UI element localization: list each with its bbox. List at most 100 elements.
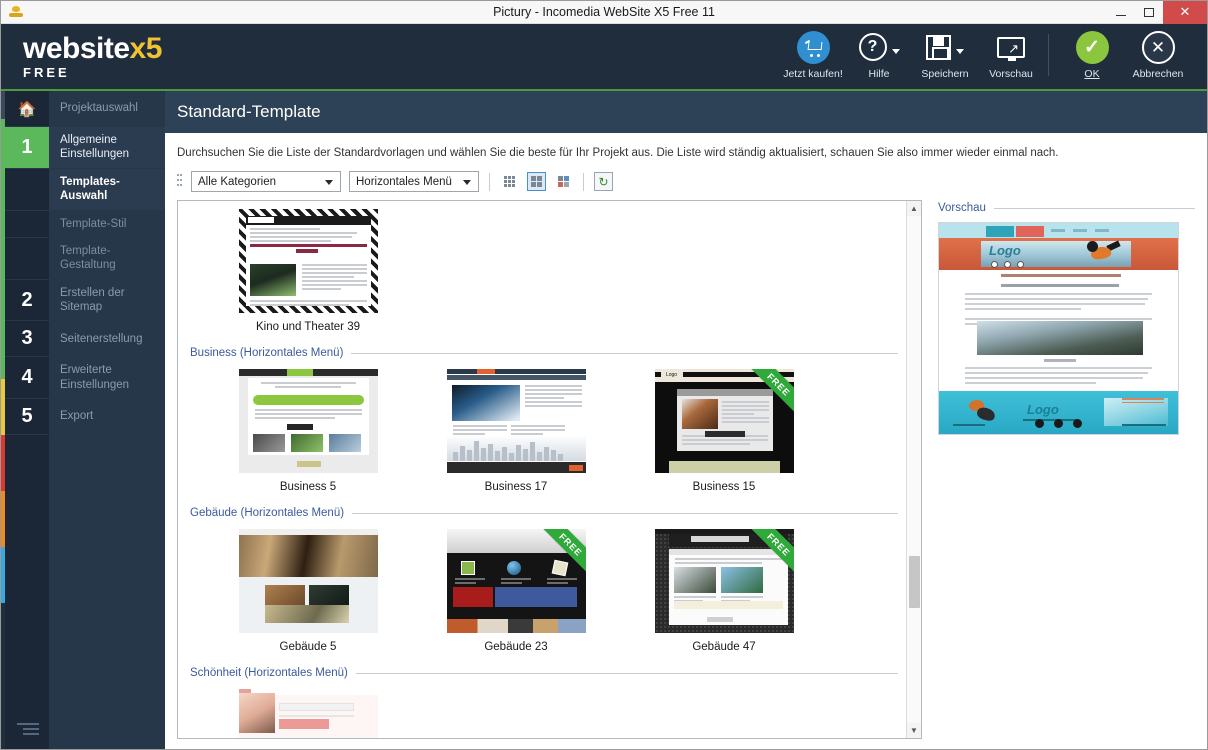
sidebar-item-erstellen-der-sitemap[interactable]: 2 Erstellen der Sitemap (5, 279, 165, 322)
sidebar-label-seitenerstellung: Seitenerstellung (49, 321, 165, 357)
scrollbar-thumb[interactable] (909, 555, 920, 608)
preview-nav-links (1051, 229, 1111, 232)
preview-panel: Vorschau Logo Logo (938, 200, 1195, 739)
template-thumbnail (238, 209, 378, 313)
medium-grid-view-button[interactable] (527, 172, 546, 191)
page-header: Standard-Template (165, 91, 1207, 133)
app-icon (8, 4, 24, 20)
preview-footer-right-text (1122, 424, 1166, 426)
help-chevron-down-icon[interactable] (891, 48, 900, 54)
preview-label: Vorschau (989, 68, 1033, 80)
chevron-down-icon (463, 180, 471, 185)
save-chevron-down-icon[interactable] (956, 48, 964, 54)
page-description: Durchsuchen Sie die Liste der Standardvo… (177, 147, 1059, 159)
category-dropdown[interactable]: Alle Kategorien (191, 171, 341, 192)
template-name: Gebäude 5 (279, 641, 337, 653)
menu-type-dropdown[interactable]: Horizontales Menü (349, 171, 479, 192)
preview-button[interactable]: ↗ Vorschau (978, 30, 1044, 80)
template-name: Gebäude 47 (692, 641, 756, 653)
buy-now-label: Jetzt kaufen! (783, 68, 843, 80)
home-icon: 🏠 (5, 91, 49, 126)
sidebar-item-template-gestaltung[interactable]: Template-Gestaltung (5, 237, 165, 280)
step-badge-2: 2 (5, 279, 49, 321)
section-title: Gebäude (Horizontales Menü) (190, 507, 345, 519)
monitor-preview-icon: ↗ (997, 36, 1025, 61)
toolbar-separator (489, 172, 490, 191)
template-item-business-15[interactable]: Logo FREE Business 15 (620, 369, 828, 493)
help-label: Hilfe (868, 68, 890, 80)
template-item-kino-und-theater-39[interactable]: Kino und Theater 39 (204, 209, 412, 333)
template-name: Business 5 (279, 481, 337, 493)
template-item-business-5[interactable]: Business 5 (204, 369, 412, 493)
sidebar-label-projektauswahl: Projektauswahl (49, 91, 165, 126)
preview-rule (993, 207, 1195, 209)
sub-indent (5, 168, 49, 210)
template-item-gebaeude-5[interactable]: Gebäude 5 (204, 529, 412, 653)
scrollbar-track[interactable] (907, 216, 921, 723)
template-item-schoenheit[interactable] (204, 689, 412, 738)
question-mark-icon: ? (858, 33, 887, 61)
sub-indent (5, 237, 49, 279)
buy-now-button[interactable]: Jetzt kaufen! (780, 30, 846, 80)
save-button[interactable]: Speichern (912, 30, 978, 80)
step-badge-1: 1 (5, 127, 49, 168)
template-grid-scrollbar[interactable]: ▲ ▼ (906, 201, 921, 738)
ok-label: OK (1084, 68, 1100, 80)
refresh-templates-icon[interactable]: ↻ (594, 172, 613, 191)
template-item-gebaeude-23[interactable]: FREE Gebäude 23 (412, 529, 620, 653)
window-body: 🏠 Projektauswahl 1 Allgemeine Einstellun… (1, 91, 1207, 749)
save-label: Speichern (921, 68, 969, 80)
section-rule (352, 512, 898, 514)
sidebar-item-projektauswahl[interactable]: 🏠 Projektauswahl (5, 91, 165, 127)
preview-footer-heading (1122, 398, 1164, 403)
scroll-down-icon[interactable]: ▼ (907, 723, 921, 738)
sidebar-item-templates-auswahl[interactable]: Templates-Auswahl (5, 168, 165, 211)
template-thumbnail: FREE (654, 529, 794, 633)
sidebar-label-export: Export (49, 399, 165, 435)
shopping-cart-icon (796, 30, 830, 64)
preview-subheading (1001, 284, 1119, 287)
close-button[interactable]: ✕ (1163, 0, 1207, 24)
preview-nav-tab-secondary (1016, 226, 1044, 237)
application-window: Pictury - Incomedia WebSite X5 Free 11 ✕… (0, 0, 1208, 750)
title-bar: Pictury - Incomedia WebSite X5 Free 11 ✕ (1, 0, 1207, 24)
filter-toolbar: Alle Kategorien Horizontales Menü ↻ (165, 159, 1207, 200)
template-item-business-17[interactable]: Business 17 (412, 369, 620, 493)
sidebar-item-erweiterte-einstellungen[interactable]: 4 Erweiterte Einstellungen (5, 357, 165, 400)
section-header-gebaeude: Gebäude (Horizontales Menü) (190, 507, 898, 519)
chevron-down-icon (325, 180, 333, 185)
preview-thumbnail: Logo Logo (938, 222, 1179, 435)
top-actions: Jetzt kaufen! ? Hilfe Speichern ↗ Vorsch… (780, 23, 1191, 90)
app-logo: websitex5 FREE (23, 32, 162, 80)
ok-button[interactable]: ✓ OK (1059, 30, 1125, 80)
category-value: Alle Kategorien (198, 175, 276, 188)
brand-toolbar: websitex5 FREE Jetzt kaufen! ? Hilfe Spe… (1, 24, 1207, 91)
sidebar-item-seitenerstellung[interactable]: 3 Seitenerstellung (5, 321, 165, 358)
preview-nav-tab-active (986, 226, 1014, 237)
sidebar-item-export[interactable]: 5 Export (5, 399, 165, 436)
preview-footer-logo: Logo (1027, 402, 1059, 417)
help-button[interactable]: ? Hilfe (846, 30, 912, 80)
collapse-sidebar-icon[interactable] (17, 723, 39, 737)
template-row: Kino und Theater 39 (186, 209, 898, 333)
preview-body-text-bottom (965, 367, 1152, 387)
minimize-button[interactable] (1107, 1, 1135, 24)
large-grid-view-button[interactable] (554, 172, 573, 191)
logo-name: website (23, 32, 130, 65)
template-item-gebaeude-47[interactable]: FREE Gebäude 47 (620, 529, 828, 653)
template-grid-scroll-area[interactable]: Kino und Theater 39 Business (Horizontal… (178, 201, 906, 738)
template-row (186, 689, 898, 738)
scroll-up-icon[interactable]: ▲ (907, 201, 921, 216)
small-grid-view-button[interactable] (500, 172, 519, 191)
template-row: Gebäude 5 FREE Gebäude 23 FREE Gebäude 4… (186, 529, 898, 653)
preview-social-icons (1035, 419, 1082, 428)
sidebar-label-template-gestaltung: Template-Gestaltung (49, 237, 165, 279)
maximize-button[interactable] (1135, 1, 1163, 24)
template-name: Kino und Theater 39 (255, 321, 360, 333)
floppy-disk-icon (926, 34, 951, 60)
sidebar-label-allgemeine-einstellungen: Allgemeine Einstellungen (49, 127, 165, 168)
sidebar-item-template-stil[interactable]: Template-Stil (5, 210, 165, 238)
sidebar-item-allgemeine-einstellungen[interactable]: 1 Allgemeine Einstellungen (5, 127, 165, 169)
cancel-button[interactable]: ✕ Abbrechen (1125, 30, 1191, 80)
sidebar-label-template-stil: Template-Stil (49, 210, 165, 237)
